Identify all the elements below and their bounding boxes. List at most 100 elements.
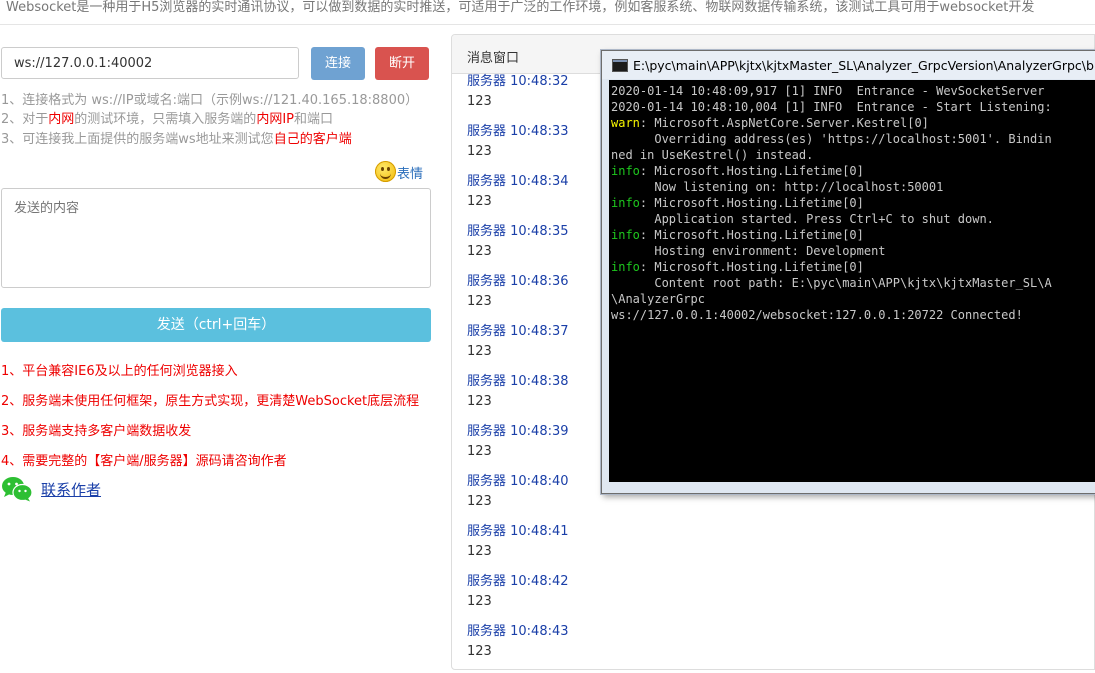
console-line: \AnalyzerGrpc — [611, 291, 1095, 307]
message-list: 服务器 10:48:32 123 服务器 10:48:33 123 服务器 10:4… — [467, 73, 569, 669]
console-line: Content root path: E:\pyc\main\APP\kjtx\… — [611, 275, 1095, 291]
smiley-icon[interactable] — [375, 161, 396, 182]
hint-format: 1、连接格式为 ws://IP或域名:端口（示例ws://121.40.165.… — [1, 93, 419, 108]
console-line: 2020-01-14 10:48:10,004 [1] INFO Entranc… — [611, 99, 1095, 115]
console-line-text: : Microsoft.Hosting.Lifetime[0] — [639, 196, 864, 210]
hint-text: 的测试环境，只需填入服务端的 — [74, 112, 257, 127]
message-content: 123 — [467, 94, 492, 109]
log-level-info: info — [611, 196, 640, 210]
console-line-text: Now listening on: http://localhost:50001 — [611, 180, 944, 194]
message-window-title: 消息窗口 — [467, 51, 520, 66]
console-line: info: Microsoft.Hosting.Lifetime[0] — [611, 259, 1095, 275]
console-window[interactable]: E:\pyc\main\APP\kjtx\kjtxMaster_SL\Analy… — [601, 50, 1095, 494]
message-sender-time: 服务器 10:48:35 — [467, 224, 569, 239]
message-content: 123 — [467, 544, 492, 559]
console-app-icon — [612, 59, 628, 72]
message-sender-time: 服务器 10:48:38 — [467, 374, 569, 389]
hint-text: 3、可连接我上面提供的服务端ws地址来测试您 — [1, 132, 274, 147]
console-line: warn: Microsoft.AspNetCore.Server.Kestre… — [611, 115, 1095, 131]
message-item: 服务器 10:48:34 123 — [467, 173, 569, 223]
message-item: 服务器 10:48:35 123 — [467, 223, 569, 273]
emoji-button[interactable]: 表情 — [397, 163, 423, 182]
message-item: 服务器 10:48:33 123 — [467, 123, 569, 173]
message-item: 服务器 10:48:36 123 — [467, 273, 569, 323]
log-level-info: info — [611, 260, 640, 274]
message-sender-time: 服务器 10:48:43 — [467, 624, 569, 639]
message-item: 服务器 10:48:38 123 — [467, 373, 569, 423]
feature-note: 3、服务端支持多客户端数据收发 — [1, 424, 192, 439]
message-sender-time: 服务器 10:48:34 — [467, 174, 569, 189]
message-sender-time: 服务器 10:48:37 — [467, 324, 569, 339]
message-item: 服务器 10:48:37 123 — [467, 323, 569, 373]
console-line-text: Hosting environment: Development — [611, 244, 886, 258]
message-content: 123 — [467, 494, 492, 509]
console-line-text: : Microsoft.Hosting.Lifetime[0] — [639, 228, 864, 242]
log-level-info: info — [611, 228, 640, 242]
console-titlebar[interactable]: E:\pyc\main\APP\kjtx\kjtxMaster_SL\Analy… — [602, 51, 1095, 79]
disconnect-button[interactable]: 断开 — [375, 47, 429, 80]
hint-highlight: 自己的客户端 — [273, 132, 352, 147]
message-sender-time: 服务器 10:48:42 — [467, 574, 569, 589]
console-title: E:\pyc\main\APP\kjtx\kjtxMaster_SL\Analy… — [633, 58, 1095, 73]
hint-text: 2、对于 — [1, 112, 49, 127]
console-line-text: : Microsoft.Hosting.Lifetime[0] — [639, 260, 864, 274]
feature-note: 1、平台兼容IE6及以上的任何浏览器接入 — [1, 364, 238, 379]
console-line-text: : Microsoft.Hosting.Lifetime[0] — [639, 164, 864, 178]
message-content: 123 — [467, 444, 492, 459]
console-line: Hosting environment: Development — [611, 243, 1095, 259]
message-content: 123 — [467, 294, 492, 309]
log-level-warn: warn — [611, 116, 640, 130]
message-content: 123 — [467, 644, 492, 659]
message-content: 123 — [467, 594, 492, 609]
message-content: 123 — [467, 344, 492, 359]
contact-author-link[interactable]: 联系作者 — [41, 479, 101, 500]
message-sender-time: 服务器 10:48:32 — [467, 74, 569, 89]
message-item: 服务器 10:48:40 123 — [467, 473, 569, 523]
message-sender-time: 服务器 10:48:36 — [467, 274, 569, 289]
hint-text: 和端口 — [294, 112, 334, 127]
connect-button[interactable]: 连接 — [311, 47, 365, 80]
console-line: ned in UseKestrel() instead. — [611, 147, 1095, 163]
console-line-text: Content root path: E:\pyc\main\APP\kjtx\… — [611, 276, 1052, 290]
console-line: Overriding address(es) 'https://localhos… — [611, 131, 1095, 147]
message-content: 123 — [467, 194, 492, 209]
console-line: Application started. Press Ctrl+C to shu… — [611, 211, 1095, 227]
console-line-text: Overriding address(es) 'https://localhos… — [611, 132, 1052, 146]
console-line: 2020-01-14 10:48:09,917 [1] INFO Entranc… — [611, 83, 1095, 99]
message-input[interactable] — [1, 188, 431, 288]
message-sender-time: 服务器 10:48:41 — [467, 524, 569, 539]
message-sender-time: 服务器 10:48:33 — [467, 124, 569, 139]
feature-note: 4、需要完整的【客户端/服务器】源码请咨询作者 — [1, 454, 287, 469]
smiley-mouth — [380, 172, 391, 179]
message-item: 服务器 10:48:39 123 — [467, 423, 569, 473]
console-line-text: 2020-01-14 10:48:09,917 [1] INFO Entranc… — [611, 84, 1045, 98]
hint-intranet: 2、对于内网的测试环境，只需填入服务端的内网IP和端口 — [1, 108, 333, 127]
ws-url-input[interactable] — [1, 47, 299, 79]
message-sender-time: 服务器 10:48:40 — [467, 474, 569, 489]
hint-highlight: 内网 — [48, 112, 75, 127]
hint-server: 3、可连接我上面提供的服务端ws地址来测试您自己的客户端 — [1, 128, 352, 147]
send-button[interactable]: 发送（ctrl+回车） — [1, 308, 431, 342]
console-line-text: ws://127.0.0.1:40002/websocket:127.0.0.1… — [611, 308, 1023, 322]
page-description: Websocket是一种用于H5浏览器的实时通讯协议，可以做到数据的实时推送，可… — [6, 0, 1035, 15]
console-line: info: Microsoft.Hosting.Lifetime[0] — [611, 227, 1095, 243]
message-sender-time: 服务器 10:48:39 — [467, 424, 569, 439]
console-line: info: Microsoft.Hosting.Lifetime[0] — [611, 195, 1095, 211]
console-line-text: \AnalyzerGrpc — [611, 292, 705, 306]
message-content: 123 — [467, 394, 492, 409]
console-line: Now listening on: http://localhost:50001 — [611, 179, 1095, 195]
console-line-text: : Microsoft.AspNetCore.Server.Kestrel[0] — [639, 116, 929, 130]
message-content: 123 — [467, 244, 492, 259]
message-item: 服务器 10:48:43 123 — [467, 623, 569, 669]
console-line-text: Application started. Press Ctrl+C to shu… — [611, 212, 994, 226]
divider — [0, 24, 1095, 25]
message-content: 123 — [467, 144, 492, 159]
message-item: 服务器 10:48:41 123 — [467, 523, 569, 573]
console-line: ws://127.0.0.1:40002/websocket:127.0.0.1… — [611, 307, 1095, 323]
feature-note: 2、服务端未使用任何框架，原生方式实现，更清楚WebSocket底层流程 — [1, 394, 420, 409]
wechat-icon — [2, 477, 33, 502]
console-line-text: 2020-01-14 10:48:10,004 [1] INFO Entranc… — [611, 100, 1052, 114]
console-line-text: ned in UseKestrel() instead. — [611, 148, 814, 162]
hint-highlight: 内网IP — [256, 112, 294, 127]
log-level-info: info — [611, 164, 640, 178]
